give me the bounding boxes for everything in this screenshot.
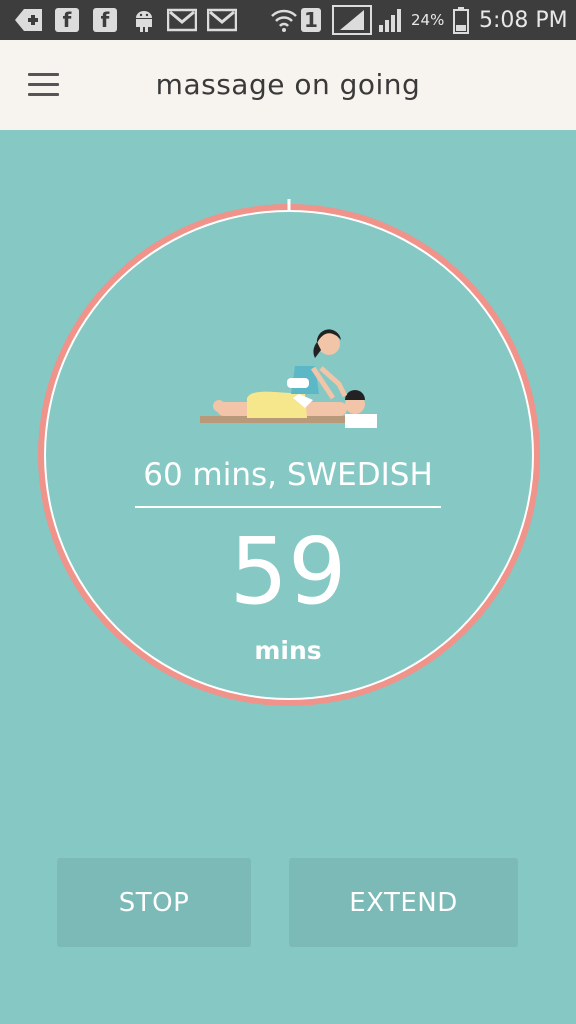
page-title: massage on going — [155, 68, 421, 101]
signal-icon — [377, 6, 405, 34]
ring-inner-fill — [46, 212, 532, 698]
divider — [135, 506, 441, 508]
minutes-remaining: 59 — [229, 518, 347, 625]
sim-label: 1 — [301, 8, 321, 32]
progress-marker — [287, 199, 291, 210]
signal-icon — [332, 5, 372, 35]
status-bar: f f 1 24% 5:08 PM — [0, 0, 576, 40]
extend-button[interactable]: EXTEND — [289, 858, 518, 947]
battery-icon — [453, 6, 469, 34]
gmail-icon — [167, 6, 197, 34]
android-icon — [131, 6, 157, 34]
battery-percent: 24% — [411, 11, 445, 29]
minutes-unit: mins — [254, 636, 322, 665]
stop-button[interactable]: STOP — [57, 858, 251, 947]
massage-illustration — [195, 328, 380, 430]
back-plus-icon — [14, 6, 44, 34]
facebook-icon: f — [55, 6, 79, 34]
sim1-icon: 1 — [301, 6, 321, 34]
app-bar: massage on going — [0, 40, 576, 130]
gmail-icon — [207, 6, 237, 34]
facebook-icon: f — [93, 6, 117, 34]
timer-ring — [33, 199, 545, 711]
wifi-icon — [270, 6, 298, 34]
clock: 5:08 PM — [479, 7, 568, 33]
session-label: 60 mins, SWEDISH — [143, 457, 433, 493]
